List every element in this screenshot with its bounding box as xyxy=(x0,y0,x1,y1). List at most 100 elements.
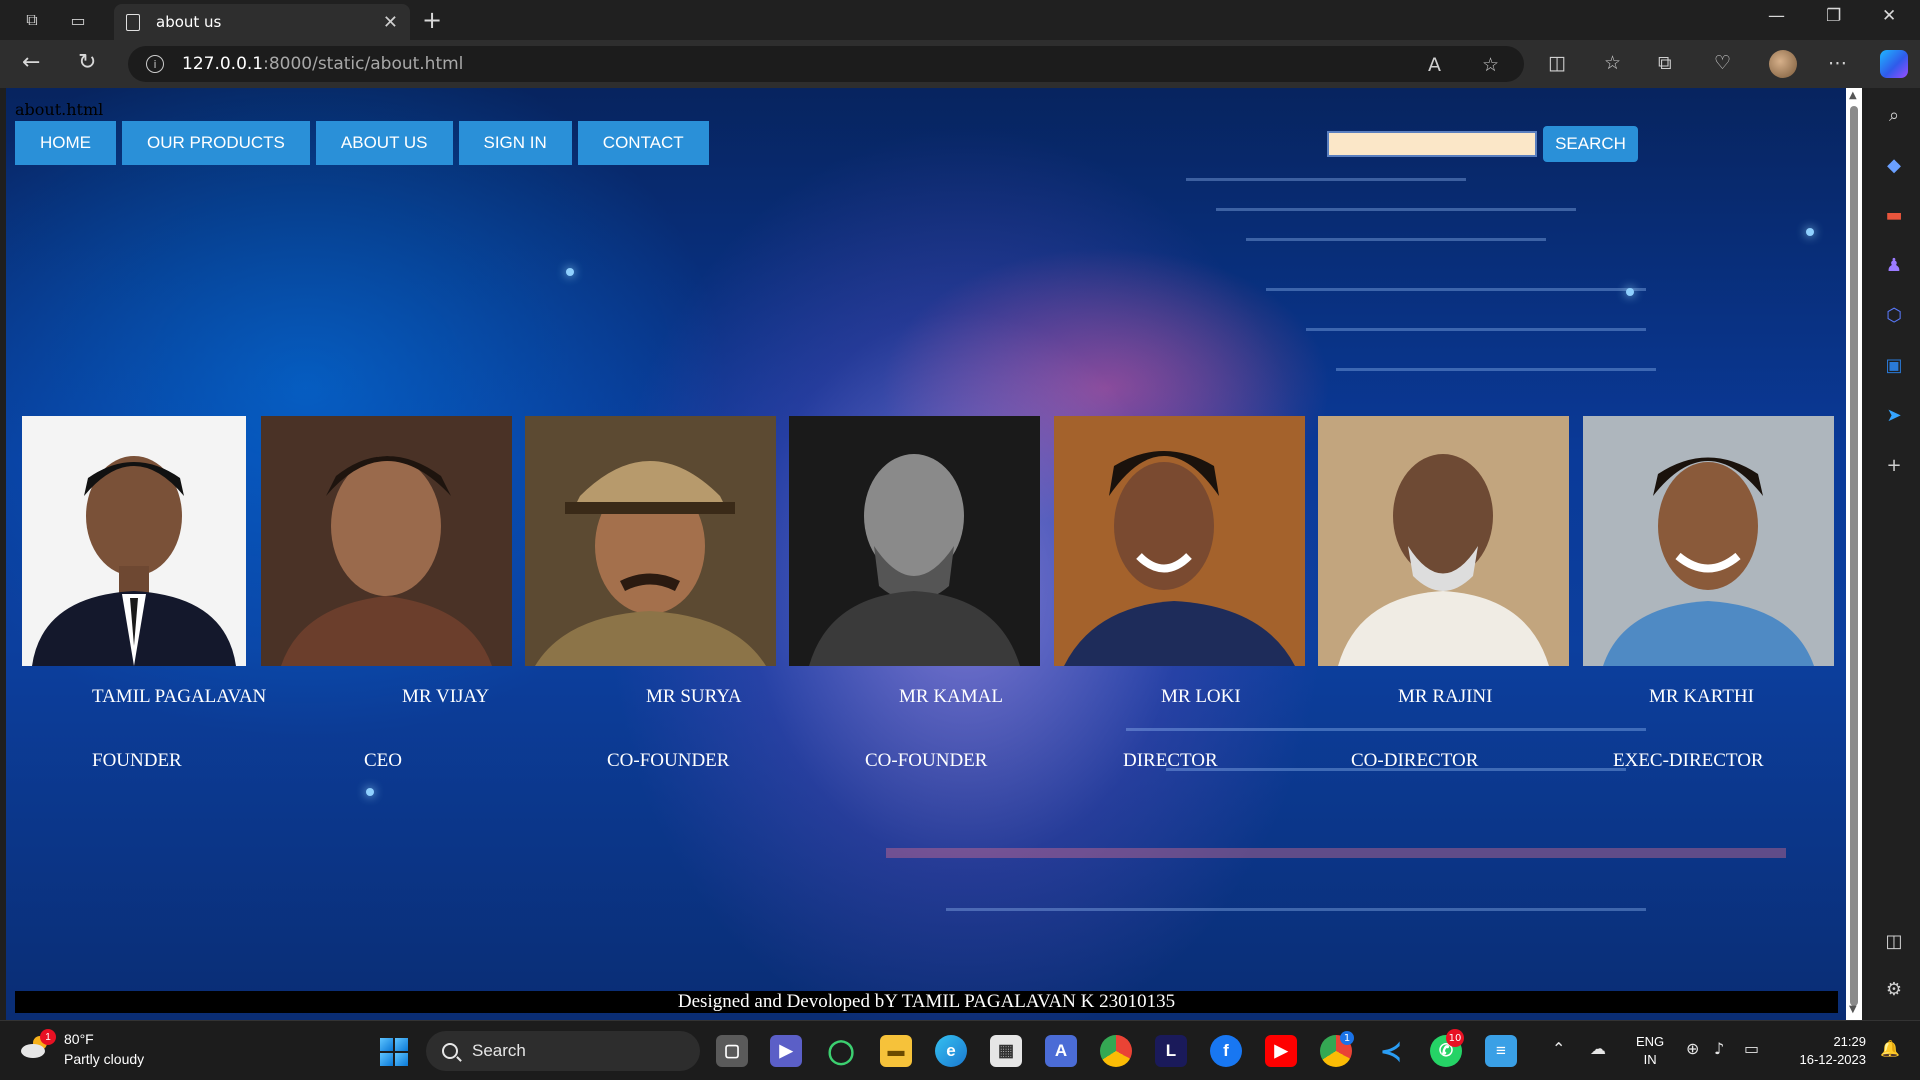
team-role-3: CO-FOUNDER xyxy=(607,750,730,771)
workspaces-icon[interactable]: ⧉ xyxy=(20,8,44,32)
app-l-icon[interactable]: L xyxy=(1155,1035,1187,1067)
sidebar-settings-icon[interactable]: ⚙ xyxy=(1881,976,1907,1002)
scroll-down-icon[interactable]: ▼ xyxy=(1849,1004,1857,1015)
refresh-icon[interactable]: ↻ xyxy=(78,50,96,75)
scroll-thumb[interactable] xyxy=(1850,106,1858,1006)
team-name-1: TAMIL PAGALAVAN xyxy=(92,686,267,707)
team-name-4: MR KAMAL xyxy=(899,686,1003,707)
team-name-2: MR VIJAY xyxy=(402,686,490,707)
lang-top: ENG xyxy=(1636,1034,1665,1049)
sidebar-outlook-icon[interactable]: ▣ xyxy=(1881,352,1907,378)
favorites-icon[interactable]: ☆ xyxy=(1604,52,1621,74)
teams-icon[interactable]: ▶ xyxy=(770,1035,802,1067)
browser-essentials-icon[interactable]: ♡ xyxy=(1714,52,1731,74)
weather-temp: 80°F xyxy=(64,1031,94,1047)
team-photo-5 xyxy=(1054,416,1305,666)
page-scrollbar[interactable]: ▲ ▼ xyxy=(1846,88,1862,1020)
sidebar-hide-icon[interactable]: ◫ xyxy=(1881,928,1907,954)
restore-icon[interactable]: ❐ xyxy=(1826,6,1841,26)
team-photo-6 xyxy=(1318,416,1569,666)
notifications-icon[interactable]: 🔔 xyxy=(1880,1039,1900,1058)
vertical-tabs-icon[interactable]: ▭ xyxy=(66,8,90,32)
edge-icon[interactable]: e xyxy=(935,1035,967,1067)
facebook-icon[interactable]: f xyxy=(1210,1035,1242,1067)
tab-about-us[interactable]: about us ✕ xyxy=(114,4,410,40)
xbox-icon[interactable]: ◯ xyxy=(825,1035,857,1067)
team-photo-3 xyxy=(525,416,776,666)
sidebar-copilot-icon[interactable]: ⬡ xyxy=(1881,302,1907,328)
new-tab-icon[interactable]: + xyxy=(422,6,442,34)
read-aloud-icon[interactable]: A xyxy=(1428,54,1441,76)
back-icon[interactable]: ← xyxy=(22,50,40,75)
team-photo-1 xyxy=(22,416,246,666)
clock-date: 16-12-2023 xyxy=(1799,1052,1867,1067)
sidebar-games-icon[interactable]: ♟ xyxy=(1881,252,1907,278)
split-screen-icon[interactable]: ◫ xyxy=(1548,52,1566,74)
team-name-5: MR LOKI xyxy=(1161,686,1241,707)
nav-sign-in[interactable]: SIGN IN xyxy=(458,121,572,165)
battery-icon[interactable]: ▭ xyxy=(1744,1039,1759,1058)
nav-contact[interactable]: CONTACT xyxy=(577,121,709,165)
tab-title: about us xyxy=(156,13,222,31)
minimize-icon[interactable]: — xyxy=(1768,6,1785,26)
taskbar-search[interactable]: Search xyxy=(426,1031,700,1071)
page-viewport: about.html HOME OUR PRODUCTS ABOUT US SI… xyxy=(6,88,1854,1020)
favorite-star-icon[interactable]: ☆ xyxy=(1482,54,1499,76)
weather-badge: 1 xyxy=(40,1029,56,1045)
taskbar-search-label: Search xyxy=(472,1041,526,1060)
sidebar-tools-icon[interactable]: ▬ xyxy=(1881,202,1907,228)
store-icon[interactable]: ▦ xyxy=(990,1035,1022,1067)
search-input[interactable] xyxy=(1327,131,1537,157)
collections-icon[interactable]: ⧉ xyxy=(1658,52,1672,74)
team-role-2: CEO xyxy=(364,750,402,771)
sidebar-shopping-icon[interactable]: ◆ xyxy=(1881,152,1907,178)
team-name-6: MR RAJINI xyxy=(1398,686,1493,707)
team-role-6: CO-DIRECTOR xyxy=(1351,750,1479,771)
chrome-icon[interactable] xyxy=(1100,1035,1132,1067)
weather-condition: Partly cloudy xyxy=(64,1051,145,1067)
clock[interactable]: 21:29 16-12-2023 xyxy=(1786,1033,1867,1069)
copilot-icon[interactable] xyxy=(1880,50,1908,78)
team-role-1: FOUNDER xyxy=(92,750,182,771)
network-icon[interactable]: ⊕ xyxy=(1686,1039,1699,1058)
team-photo-4 xyxy=(789,416,1040,666)
youtube-icon[interactable]: ▶ xyxy=(1265,1035,1297,1067)
task-view-icon[interactable]: ▢ xyxy=(716,1035,748,1067)
team-role-7: EXEC-DIRECTOR xyxy=(1613,750,1764,771)
file-explorer-icon[interactable]: ▬ xyxy=(880,1035,912,1067)
team-photo-2 xyxy=(261,416,512,666)
app-a-icon[interactable]: A xyxy=(1045,1035,1077,1067)
language-indicator[interactable]: ENG IN xyxy=(1636,1033,1664,1069)
profile-avatar[interactable] xyxy=(1769,50,1797,78)
onedrive-icon[interactable]: ☁ xyxy=(1590,1039,1606,1058)
search-icon xyxy=(442,1043,458,1059)
url-path: :8000/static/about.html xyxy=(263,54,464,74)
scroll-up-icon[interactable]: ▲ xyxy=(1849,90,1857,101)
edge-sidebar: ⌕ ◆ ▬ ♟ ⬡ ▣ ➤ + ◫ ⚙ xyxy=(1868,88,1920,1020)
vscode-icon[interactable]: ≺ xyxy=(1375,1035,1407,1067)
page-footer: Designed and Devoloped bY TAMIL PAGALAVA… xyxy=(15,991,1838,1013)
nav-home[interactable]: HOME xyxy=(15,121,116,165)
nav-our-products[interactable]: OUR PRODUCTS xyxy=(122,121,310,165)
sidebar-search-icon[interactable]: ⌕ xyxy=(1881,102,1907,128)
nav-about-us[interactable]: ABOUT US xyxy=(315,121,453,165)
url-field[interactable]: i 127.0.0.1:8000/static/about.html A ☆ xyxy=(128,46,1524,82)
window-close-icon[interactable]: ✕ xyxy=(1882,6,1896,26)
more-options-icon[interactable]: ⋯ xyxy=(1828,52,1847,74)
notepad-icon[interactable]: ≡ xyxy=(1485,1035,1517,1067)
team-name-7: MR KARTHI xyxy=(1649,686,1754,707)
team-name-3: MR SURYA xyxy=(646,686,742,707)
show-hidden-icons[interactable]: ⌃ xyxy=(1552,1039,1565,1058)
team-role-5: DIRECTOR xyxy=(1123,750,1218,771)
sidebar-send-icon[interactable]: ➤ xyxy=(1881,402,1907,428)
sidebar-add-icon[interactable]: + xyxy=(1881,452,1907,478)
close-tab-icon[interactable]: ✕ xyxy=(383,12,398,33)
url-host: 127.0.0.1 xyxy=(182,54,264,74)
site-info-icon[interactable]: i xyxy=(146,55,164,73)
search-button[interactable]: SEARCH xyxy=(1543,126,1638,162)
start-button[interactable] xyxy=(380,1038,408,1066)
clock-time: 21:29 xyxy=(1833,1034,1866,1049)
chrome-badge: 1 xyxy=(1340,1031,1354,1045)
volume-icon[interactable]: ♪ xyxy=(1714,1039,1724,1058)
team-photo-7 xyxy=(1583,416,1834,666)
